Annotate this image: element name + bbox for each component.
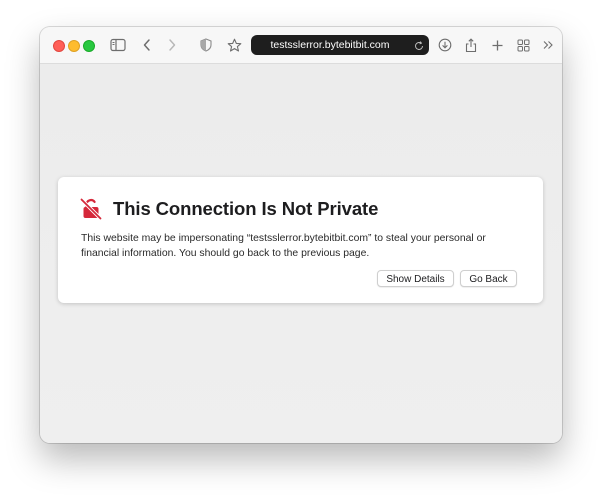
forward-icon[interactable] — [162, 35, 182, 55]
minimize-window-button[interactable] — [68, 40, 80, 52]
show-details-button[interactable]: Show Details — [377, 270, 454, 287]
back-icon[interactable] — [137, 35, 157, 55]
reload-icon[interactable] — [413, 39, 425, 51]
privacy-shield-icon[interactable] — [196, 35, 216, 55]
warning-title: This Connection Is Not Private — [113, 198, 379, 219]
tab-overview-icon[interactable] — [513, 35, 533, 55]
browser-window: testsslerror.bytebitbit.com This Connect… — [40, 27, 562, 443]
page-content: This Connection Is Not Private This webs… — [40, 64, 562, 443]
address-bar[interactable]: testsslerror.bytebitbit.com — [251, 35, 429, 55]
share-icon[interactable] — [461, 35, 481, 55]
sidebar-icon[interactable] — [108, 35, 128, 55]
zoom-window-button[interactable] — [83, 40, 95, 52]
warning-card: This Connection Is Not Private This webs… — [58, 177, 543, 303]
broken-lock-icon — [79, 197, 103, 221]
address-url: testsslerror.bytebitbit.com — [270, 39, 390, 51]
warning-message: This website may be impersonating “tests… — [81, 233, 486, 259]
browser-toolbar: testsslerror.bytebitbit.com — [40, 27, 562, 64]
new-tab-icon[interactable] — [487, 35, 507, 55]
go-back-button[interactable]: Go Back — [460, 270, 517, 287]
downloads-icon[interactable] — [435, 35, 455, 55]
more-chevron-icon[interactable] — [538, 35, 558, 55]
close-window-button[interactable] — [53, 40, 65, 52]
favorites-star-icon[interactable] — [224, 35, 244, 55]
